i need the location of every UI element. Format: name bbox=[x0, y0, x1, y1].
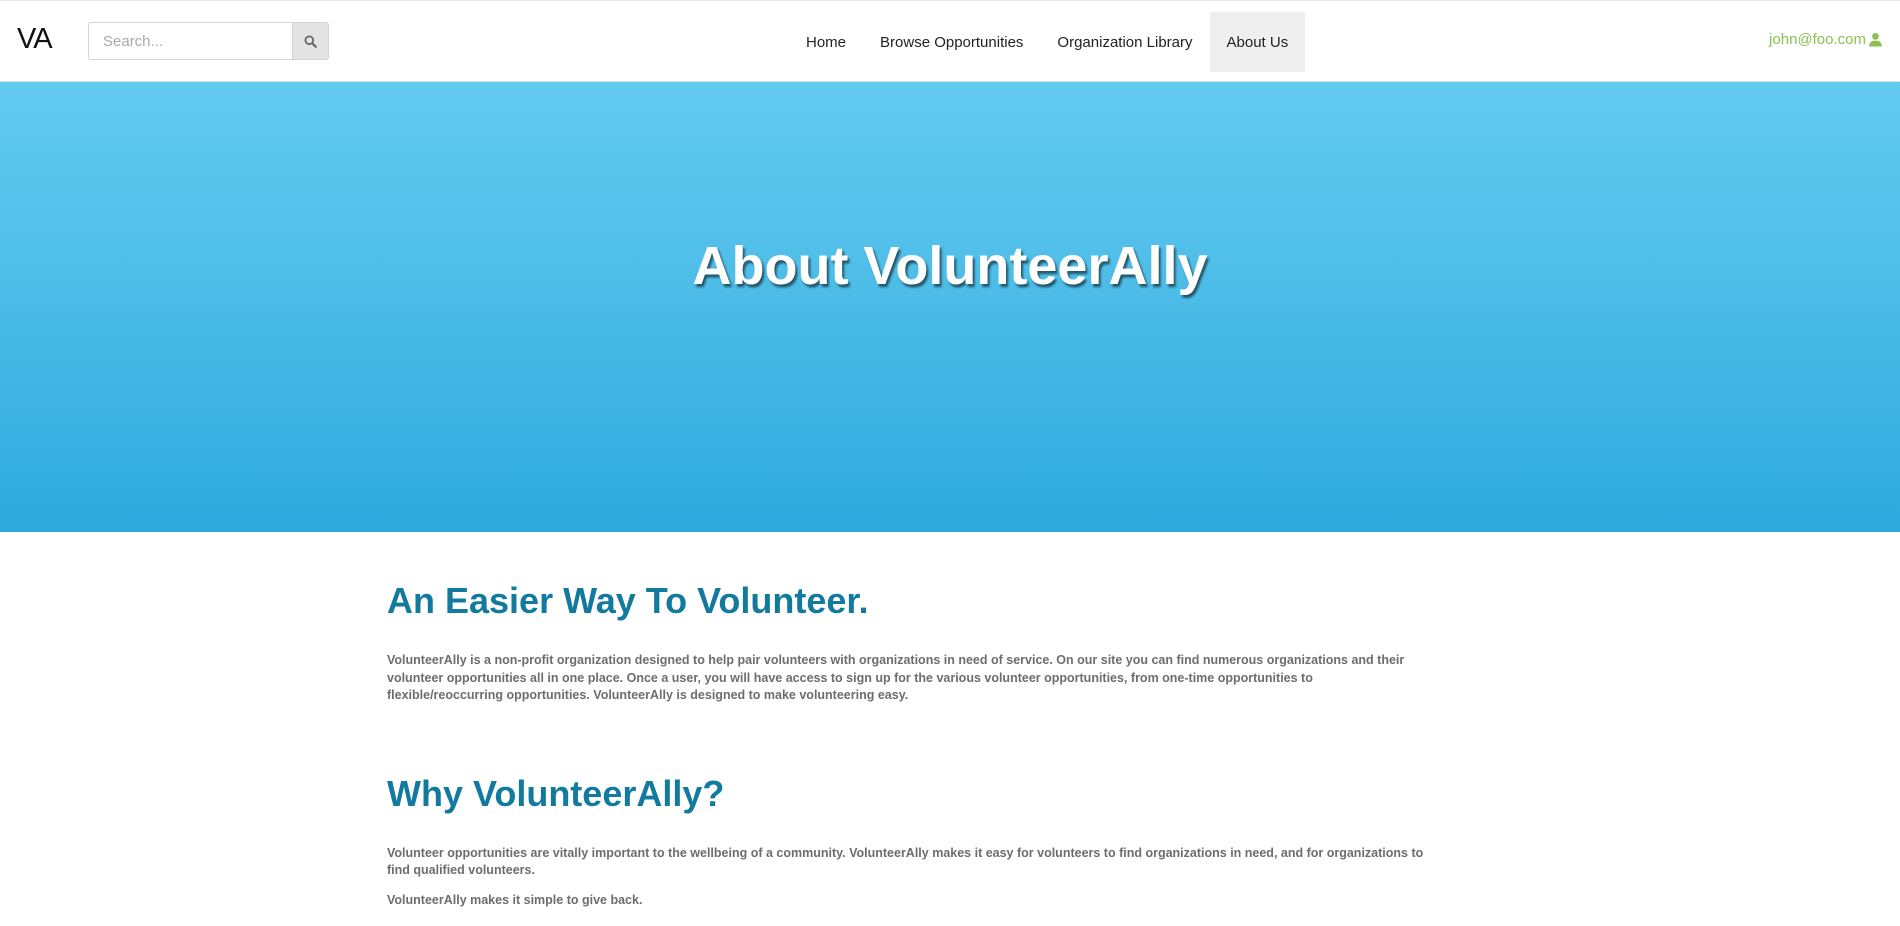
nav-item-browse-opportunities[interactable]: Browse Opportunities bbox=[863, 12, 1040, 72]
section-heading-easier-way: An Easier Way To Volunteer. bbox=[387, 580, 869, 621]
search-form bbox=[88, 22, 329, 60]
nav-item-organization-library[interactable]: Organization Library bbox=[1040, 12, 1209, 72]
section-paragraph: VolunteerAlly makes it simple to give ba… bbox=[387, 892, 643, 907]
search-input[interactable] bbox=[88, 22, 292, 60]
user-account-link[interactable]: john@foo.com bbox=[1769, 31, 1883, 48]
hero-banner: About VolunteerAlly bbox=[0, 82, 1900, 532]
top-navbar: VA Home Browse Opportunities Organizatio… bbox=[0, 0, 1900, 82]
search-icon bbox=[304, 34, 317, 48]
main-nav-menu: Home Browse Opportunities Organization L… bbox=[789, 12, 1306, 72]
about-content: An Easier Way To Volunteer. VolunteerAll… bbox=[387, 580, 1432, 909]
hero-title: About VolunteerAlly bbox=[692, 236, 1208, 296]
search-button[interactable] bbox=[292, 22, 329, 60]
section-paragraph: Volunteer opportunities are vitally impo… bbox=[387, 845, 1424, 878]
user-email: john@foo.com bbox=[1769, 31, 1866, 48]
brand-logo[interactable]: VA bbox=[17, 23, 53, 56]
section-paragraph: VolunteerAlly is a non-profit organizati… bbox=[387, 653, 1405, 702]
user-icon bbox=[1869, 32, 1882, 47]
nav-item-about-us[interactable]: About Us bbox=[1209, 12, 1306, 72]
section-heading-why-volunteerally: Why VolunteerAlly? bbox=[387, 772, 725, 814]
nav-item-home[interactable]: Home bbox=[789, 12, 863, 72]
